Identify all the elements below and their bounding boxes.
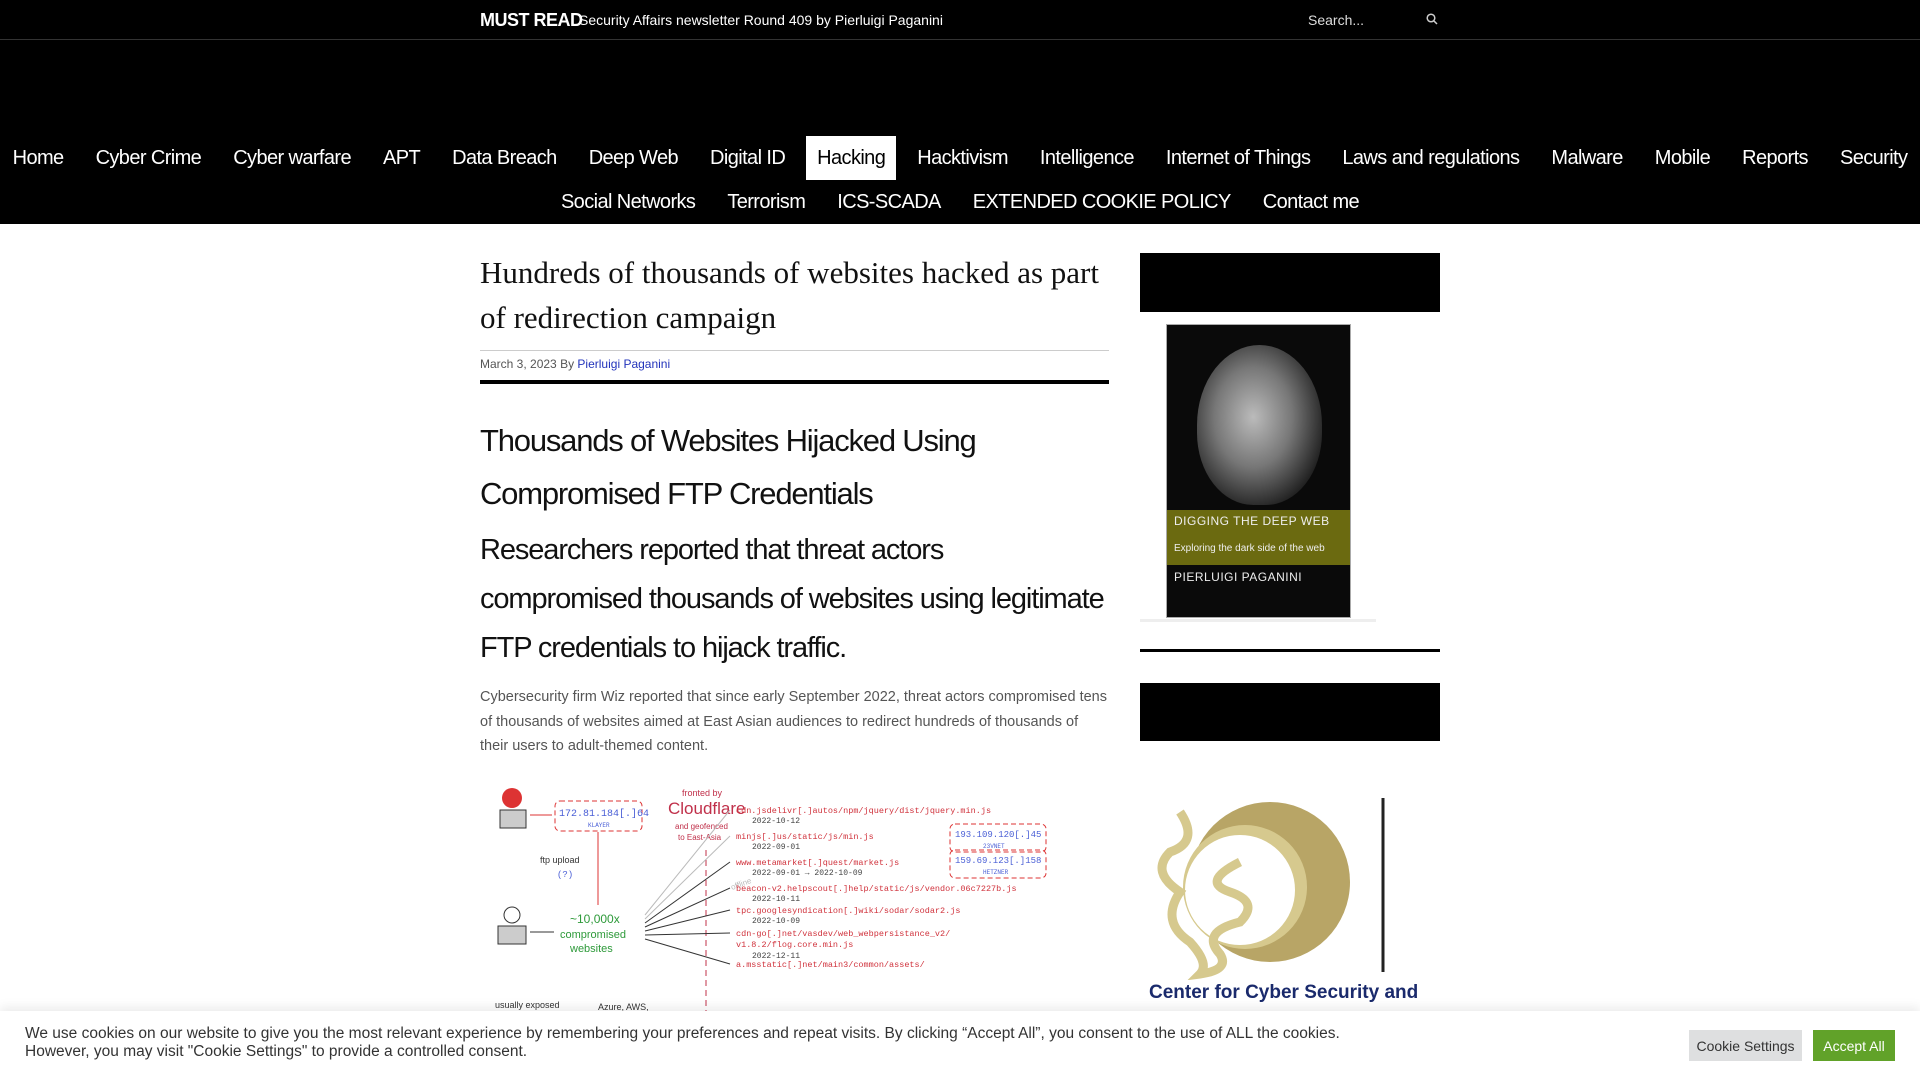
redirect-arrow <box>644 932 731 936</box>
must-read-link[interactable]: Security Affairs newsletter Round 409 by… <box>579 12 943 28</box>
nav-item-data-breach[interactable]: Data Breach <box>441 136 568 180</box>
websites-label: websites <box>569 943 613 955</box>
search-input[interactable] <box>1300 6 1442 34</box>
host-boxes: 193.109.120[.]45 23VNET 159.69.123[.]158 HE… <box>949 823 1047 879</box>
book-title-band: DIGGING THE DEEP WEB Exploring the dark … <box>1167 510 1350 565</box>
host-provider: HETZNER <box>983 869 1009 876</box>
nav-item-terrorism[interactable]: Terrorism <box>716 180 816 224</box>
fronted-by-label: fronted by <box>682 788 723 798</box>
main-nav-row-1: Home Cyber Crime Cyber warfare APT Data Brea… <box>0 136 1920 180</box>
site-header: Home Cyber Crime Cyber warfare APT Data Brea… <box>0 40 1920 224</box>
url-text: v1.8.2/flog.core.min.js <box>736 940 853 950</box>
nav-item-intelligence[interactable]: Intelligence <box>1029 136 1145 180</box>
attacker-ip: 172.81.184[.]64 <box>559 808 649 820</box>
article-subheading: Thousands of Websites Hijacked Using Com… <box>480 423 977 511</box>
nav-item-hacking[interactable]: Hacking <box>806 136 897 180</box>
url-date: 2022-10-12 <box>752 817 800 826</box>
nav-item-security[interactable]: Security <box>1829 136 1918 180</box>
article-title: Hundreds of thousands of websites hacked… <box>480 255 1099 335</box>
nav-item-contact-me[interactable]: Contact me <box>1252 180 1370 224</box>
book-subtitle: Exploring the dark side of the web <box>1174 543 1325 554</box>
url-text: tpc.googlesyndication[.]wiki/sodar/sodar… <box>736 906 960 916</box>
geofenced-label: and geofenced <box>675 822 728 831</box>
article-meta: March 3, 2023 By Pierluigi Paganini <box>480 350 1109 384</box>
host-ip: 193.109.120[.]45 <box>955 830 1041 840</box>
nav-item-home[interactable]: Home <box>2 136 75 180</box>
sidebar-widget-header-2 <box>1140 683 1440 741</box>
divider <box>1140 649 1440 652</box>
compromised-label: compromised <box>560 929 626 941</box>
nav-item-mobile[interactable]: Mobile <box>1644 136 1721 180</box>
cookie-settings-button[interactable]: Cookie Settings <box>1689 1030 1802 1061</box>
host-provider: 23VNET <box>983 843 1005 850</box>
nav-item-malware[interactable]: Malware <box>1540 136 1633 180</box>
logo-text: Center for Cyber Security and <box>1149 982 1419 1003</box>
nav-item-cyber-warfare[interactable]: Cyber warfare <box>222 136 362 180</box>
book-author: PIERLUIGI PAGANINI <box>1174 570 1303 584</box>
author-link[interactable]: Pierluigi Paganini <box>577 357 670 371</box>
ftp-upload-label: ftp upload <box>540 855 580 865</box>
accept-all-button[interactable]: Accept All <box>1813 1030 1895 1061</box>
article-date: March 3, 2023 <box>480 357 557 371</box>
nav-item-digital-id[interactable]: Digital ID <box>699 136 796 180</box>
hooded-man-image <box>1197 345 1322 505</box>
article-paragraph: Cybersecurity firm Wiz reported that sin… <box>480 689 1107 754</box>
redirect-arrow <box>644 887 731 928</box>
redirect-arrow <box>644 938 731 965</box>
url-text: minjs[.]us/static/js/min.js <box>736 832 874 842</box>
attacker-icon <box>499 788 527 829</box>
nav-item-social-networks[interactable]: Social Networks <box>550 180 706 224</box>
nav-item-laws-and-regulations[interactable]: Laws and regulations <box>1331 136 1530 180</box>
cyber-security-center-logo[interactable]: Center for Cyber Security and <box>1140 784 1440 1008</box>
search-icon[interactable] <box>1426 13 1438 25</box>
url-date: 2022-10-11 <box>752 895 800 904</box>
top-bar: MUST READ Security Affairs newsletter Ro… <box>0 0 1920 40</box>
must-read-label: MUST READ <box>480 10 583 30</box>
sidebar: DIGGING THE DEEP WEB Exploring the dark … <box>1140 253 1440 1003</box>
url-text: cdn-go[.]net/vasdev/web_webpersistance_v… <box>736 929 950 939</box>
nav-item-deep-web[interactable]: Deep Web <box>578 136 689 180</box>
nav-item-reports[interactable]: Reports <box>1731 136 1819 180</box>
by-label: By <box>560 357 575 371</box>
url-text: beacon-v2.helpscout[.]help/static/js/ven… <box>736 884 1017 894</box>
east-asia-label: to East-Asia <box>678 833 722 842</box>
nav-item-cyber-crime[interactable]: Cyber Crime <box>85 136 213 180</box>
sidebar-widget-header <box>1140 253 1440 312</box>
cookie-banner: We use cookies on our website to give yo… <box>0 1011 1920 1080</box>
logo-mark-icon <box>1157 798 1385 980</box>
nav-item-apt[interactable]: APT <box>372 136 431 180</box>
article: Hundreds of thousands of websites hacked… <box>480 250 1109 759</box>
nav-item-internet-of-things[interactable]: Internet of Things <box>1155 136 1321 180</box>
url-date: 2022-09-01 <box>752 843 800 852</box>
url-text: a.msstatic[.]net/main3/common/assets/ <box>736 960 925 970</box>
host-ip: 159.69.123[.]158 <box>955 856 1041 866</box>
book-title: DIGGING THE DEEP WEB <box>1174 514 1330 528</box>
redirect-arrow <box>644 861 731 924</box>
victim-icon <box>497 906 527 945</box>
attacker-host: KLAYER <box>588 822 610 829</box>
url-text: cdn.jsdelivr[.]autos/npm/jquery/dist/jqu… <box>736 806 991 816</box>
book-cover-ad[interactable]: DIGGING THE DEEP WEB Exploring the dark … <box>1166 324 1351 618</box>
main-nav-row-2: Social Networks Terrorism ICS-SCADA EXTENDE… <box>0 180 1920 224</box>
compromised-count: ~10,000x <box>570 912 620 926</box>
exposed-label: usually exposed <box>495 1000 560 1010</box>
nav-item-hacktivism[interactable]: Hacktivism <box>906 136 1019 180</box>
nav-item-ics-scada[interactable]: ICS-SCADA <box>826 180 952 224</box>
attack-diagram: 172.81.184[.]64 KLAYER ftp upload (?) ~1… <box>495 788 1047 1015</box>
url-date: 2022-10-09 <box>752 917 800 926</box>
url-text: www.metamarket[.]quest/market.js <box>736 858 899 868</box>
article-lead: Researchers reported that threat actors … <box>480 534 1105 664</box>
redirect-arrow <box>644 835 731 920</box>
cookie-text: We use cookies on our website to give yo… <box>25 1025 1340 1060</box>
nav-item-extended-cookie-policy[interactable]: EXTENDED COOKIE POLICY <box>962 180 1242 224</box>
cloudflare-label: Cloudflare <box>668 799 746 818</box>
url-date: 2022-09-01 → 2022-10-09 <box>752 869 863 878</box>
divider <box>1140 619 1376 622</box>
ftp-unknown-label: (?) <box>557 870 573 880</box>
redirect-arrow <box>644 909 731 932</box>
